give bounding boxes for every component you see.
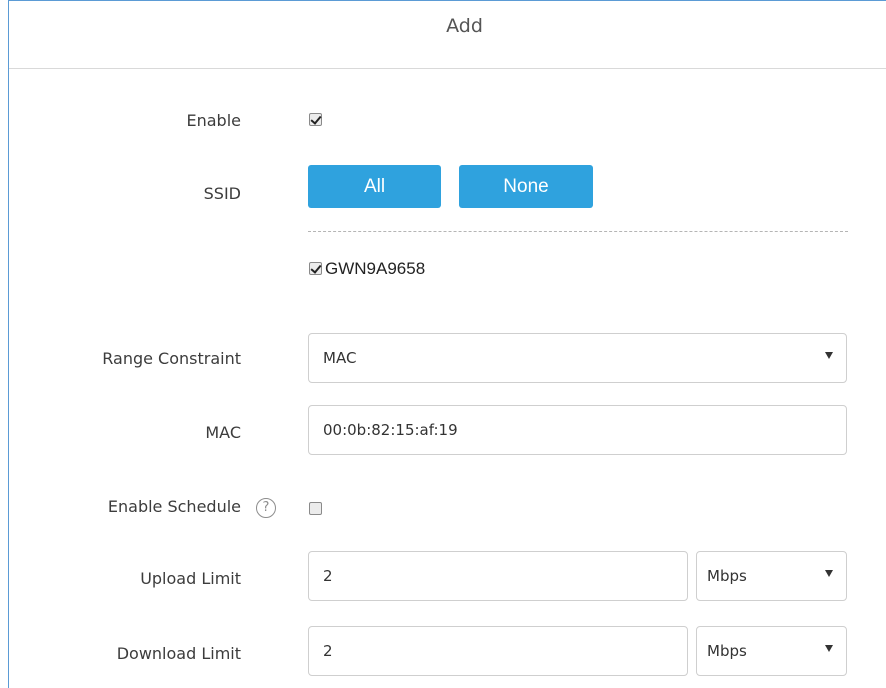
download-limit-value: 2 [323, 642, 333, 660]
range-constraint-label: Range Constraint [102, 349, 241, 368]
upload-unit-value: Mbps [707, 567, 747, 585]
mac-label: MAC [205, 423, 241, 442]
range-constraint-select[interactable]: MAC [308, 333, 847, 383]
enable-label: Enable [186, 111, 242, 130]
enable-schedule-label: Enable Schedule [107, 497, 241, 516]
ssid-divider [308, 231, 848, 232]
download-unit-select[interactable]: Mbps [696, 626, 847, 676]
chevron-down-icon [825, 570, 833, 577]
ssid-none-button[interactable]: None [459, 165, 593, 208]
download-unit-value: Mbps [707, 642, 747, 660]
enable-checkbox[interactable] [309, 113, 322, 126]
chevron-down-icon [825, 645, 833, 652]
add-dialog: Add Enable SSID All None GWN9A9658 Range… [8, 0, 886, 688]
ssid-item-name: GWN9A9658 [325, 259, 426, 278]
enable-schedule-checkbox[interactable] [309, 502, 322, 515]
dialog-header: Add [9, 1, 886, 69]
ssid-label: SSID [203, 184, 241, 203]
chevron-down-icon [825, 352, 833, 359]
help-icon[interactable]: ? [256, 498, 276, 518]
upload-unit-select[interactable]: Mbps [696, 551, 847, 601]
mac-input[interactable]: 00:0b:82:15:af:19 [308, 405, 847, 455]
upload-limit-value: 2 [323, 567, 333, 585]
download-limit-input[interactable]: 2 [308, 626, 688, 676]
dialog-title: Add [446, 15, 483, 37]
ssid-item-checkbox[interactable] [309, 262, 322, 275]
upload-limit-input[interactable]: 2 [308, 551, 688, 601]
range-constraint-value: MAC [323, 349, 357, 367]
ssid-all-button[interactable]: All [308, 165, 441, 208]
mac-value: 00:0b:82:15:af:19 [323, 421, 458, 439]
download-limit-label: Download Limit [116, 644, 241, 663]
upload-limit-label: Upload Limit [140, 569, 241, 588]
